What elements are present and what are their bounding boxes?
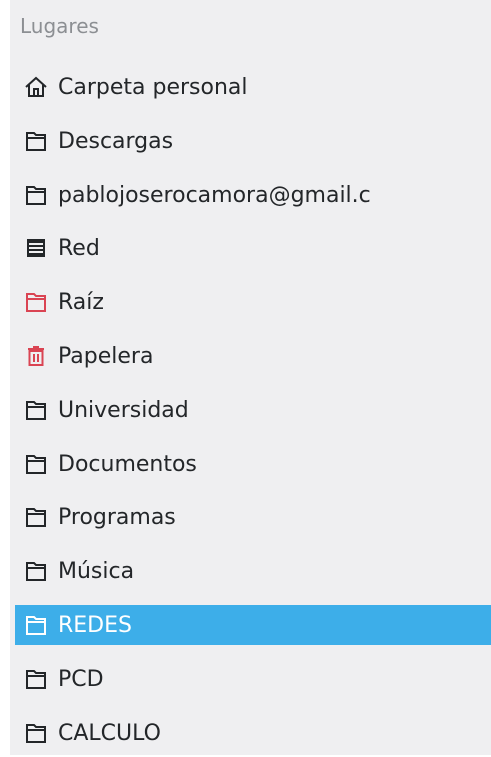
place-item[interactable]: Programas <box>15 497 491 537</box>
network-icon <box>24 236 48 260</box>
folder-icon <box>24 183 48 207</box>
place-item[interactable]: Documentos <box>15 444 491 484</box>
folder-icon <box>24 505 48 529</box>
place-item-label: PCD <box>58 666 104 692</box>
place-item[interactable]: Descargas <box>15 121 491 161</box>
place-item[interactable]: PCD <box>15 659 491 699</box>
places-panel: Lugares Carpeta personal Descargas pablojo… <box>10 0 491 755</box>
folder-icon <box>24 452 48 476</box>
place-item[interactable]: Carpeta personal <box>15 67 491 107</box>
place-item[interactable]: Red <box>15 228 491 268</box>
place-item[interactable]: Universidad <box>15 390 491 430</box>
folder-icon <box>24 721 48 745</box>
place-item-label: Papelera <box>58 343 154 369</box>
place-item-label: Carpeta personal <box>58 74 248 100</box>
place-item[interactable]: Raíz <box>15 282 491 322</box>
place-item[interactable]: pablojoserocamora@gmail.c <box>15 175 491 215</box>
place-item[interactable]: REDES <box>15 605 491 645</box>
place-item-label: Documentos <box>58 451 197 477</box>
trash-icon <box>24 344 48 368</box>
place-item-label: Música <box>58 558 135 584</box>
place-item[interactable]: CALCULO <box>15 713 491 753</box>
home-icon <box>24 75 48 99</box>
place-item-label: CALCULO <box>58 720 161 746</box>
place-item-label: Descargas <box>58 128 174 154</box>
folder-icon <box>24 290 48 314</box>
place-item[interactable]: Papelera <box>15 336 491 376</box>
folder-icon <box>24 667 48 691</box>
folder-icon <box>24 613 48 637</box>
place-item-label: REDES <box>58 612 132 638</box>
place-item-label: Programas <box>58 504 176 530</box>
places-header: Lugares <box>20 14 99 38</box>
folder-icon <box>24 129 48 153</box>
place-item-label: Raíz <box>58 289 104 315</box>
place-item-label: Universidad <box>58 397 189 423</box>
place-item-label: Red <box>58 235 100 261</box>
folder-icon <box>24 559 48 583</box>
place-item[interactable]: Música <box>15 551 491 591</box>
place-item-label: pablojoserocamora@gmail.c <box>58 182 371 208</box>
folder-icon <box>24 398 48 422</box>
